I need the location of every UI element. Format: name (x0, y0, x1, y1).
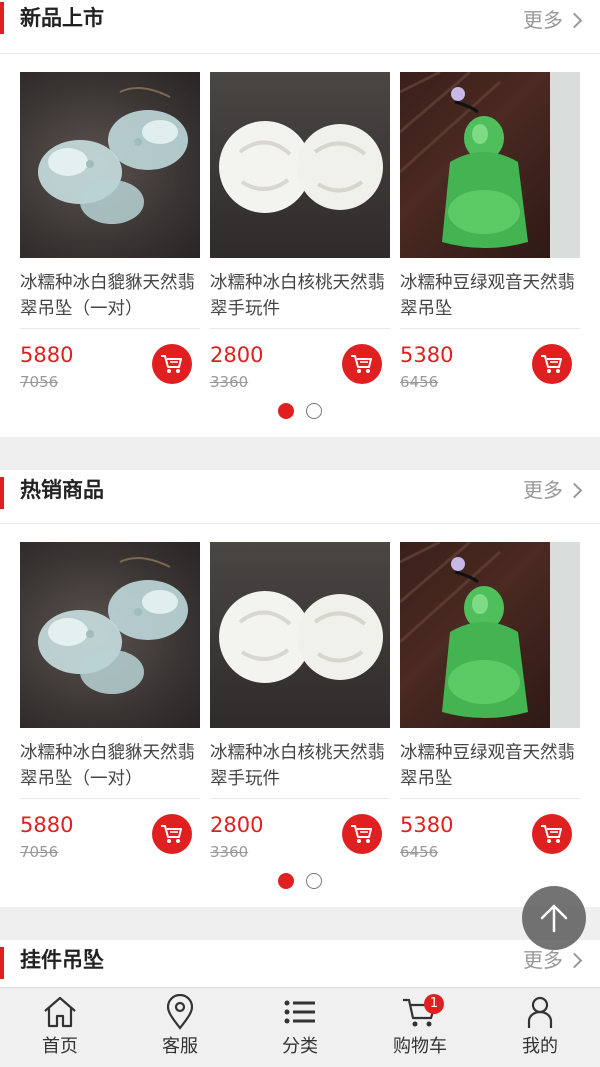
product-card[interactable]: 冰糯种冰白核桃天然翡翠手玩件 2800 3360 (210, 72, 390, 402)
divider (210, 328, 390, 329)
tab-label: 客服 (162, 1036, 198, 1057)
tab-cart[interactable]: 1 购物车 (360, 988, 480, 1067)
jade-walnut-illustration (219, 121, 383, 213)
jade-guanyin-illustration (400, 542, 580, 728)
section-accent-bar (0, 477, 4, 509)
section-header: 热销商品 更多 (0, 470, 600, 524)
tab-category[interactable]: 分类 (240, 988, 360, 1067)
product-carousel[interactable]: 冰糯种冰白貔貅天然翡翠吊坠（一对） 5880 7056 冰糯种冰白核桃天然翡翠手… (20, 542, 580, 872)
jade-pixiu-illustration (38, 87, 188, 224)
product-original-price: 7056 (20, 843, 59, 861)
section-accent-bar (0, 2, 4, 34)
tab-label: 我的 (522, 1036, 558, 1057)
tab-home[interactable]: 首页 (0, 988, 120, 1067)
tab-service[interactable]: 客服 (120, 988, 240, 1067)
jade-walnut-illustration (219, 591, 383, 683)
product-card[interactable]: 冰糯种冰白貔貅天然翡翠吊坠（一对） 5880 7056 (20, 542, 200, 872)
divider (400, 328, 580, 329)
cart-icon (351, 825, 372, 843)
add-to-cart-button[interactable] (342, 814, 382, 854)
section-title: 挂件吊坠 (20, 948, 104, 972)
cart-icon (161, 355, 182, 373)
product-original-price: 6456 (400, 843, 439, 861)
section-header: 挂件吊坠 更多 (0, 940, 600, 994)
product-name[interactable]: 冰糯种冰白貔貅天然翡翠吊坠（一对） (20, 270, 200, 322)
divider (20, 798, 200, 799)
product-image-walnut[interactable] (210, 542, 390, 728)
product-original-price: 3360 (210, 843, 249, 861)
section-header: 新品上市 更多 (0, 0, 600, 54)
product-price: 2800 (210, 813, 264, 837)
user-icon (527, 996, 553, 1028)
chevron-right-icon (566, 952, 583, 968)
bottom-tab-bar: 首页 客服 分类 1 购物车 我的 (0, 987, 600, 1067)
cart-icon (541, 825, 562, 843)
product-carousel[interactable]: 冰糯种冰白貔貅天然翡翠吊坠（一对） 5880 7056 冰糯种冰白核桃天然翡翠手… (20, 72, 580, 402)
tab-label: 购物车 (393, 1036, 447, 1057)
cart-icon (541, 355, 562, 373)
more-label: 更多 (523, 8, 563, 32)
cart-badge: 1 (424, 994, 444, 1014)
add-to-cart-button[interactable] (152, 814, 192, 854)
add-to-cart-button[interactable] (152, 344, 192, 384)
product-original-price: 3360 (210, 373, 249, 391)
section-title: 新品上市 (20, 6, 104, 30)
section-accent-bar (0, 947, 4, 979)
product-card[interactable]: 冰糯种豆绿观音天然翡翠吊坠 5380 6456 (400, 542, 580, 872)
tab-label: 分类 (282, 1036, 318, 1057)
carousel-pager (0, 873, 600, 893)
product-price: 5880 (20, 813, 74, 837)
jade-pixiu-illustration (38, 557, 188, 694)
product-image-guanyin[interactable] (400, 72, 580, 258)
product-name[interactable]: 冰糯种冰白核桃天然翡翠手玩件 (210, 740, 390, 792)
tab-label: 首页 (42, 1036, 78, 1057)
product-card[interactable]: 冰糯种冰白貔貅天然翡翠吊坠（一对） 5880 7056 (20, 72, 200, 402)
home-icon (44, 996, 76, 1028)
cart-icon (351, 355, 372, 373)
carousel-pager (0, 403, 600, 423)
chevron-right-icon (566, 12, 583, 28)
arrow-up-icon (540, 904, 568, 933)
product-original-price: 7056 (20, 373, 59, 391)
product-name[interactable]: 冰糯种冰白核桃天然翡翠手玩件 (210, 270, 390, 322)
back-to-top-button[interactable] (522, 886, 586, 950)
product-name[interactable]: 冰糯种豆绿观音天然翡翠吊坠 (400, 740, 580, 792)
product-image-guanyin[interactable] (400, 542, 580, 728)
product-price: 5380 (400, 813, 454, 837)
add-to-cart-button[interactable] (342, 344, 382, 384)
product-name[interactable]: 冰糯种豆绿观音天然翡翠吊坠 (400, 270, 580, 322)
list-icon (284, 1000, 315, 1024)
section-new-arrivals: 新品上市 更多 冰糯种冰白貔貅天然翡翠吊坠（一对） 5880 7056 冰糯种冰… (0, 0, 600, 437)
jade-guanyin-illustration (400, 72, 580, 258)
add-to-cart-button[interactable] (532, 814, 572, 854)
tab-mine[interactable]: 我的 (480, 988, 600, 1067)
pager-dot-active[interactable] (278, 403, 294, 419)
section-title: 热销商品 (20, 478, 104, 502)
pager-dot[interactable] (306, 403, 322, 419)
cart-icon (161, 825, 182, 843)
divider (400, 798, 580, 799)
product-card[interactable]: 冰糯种豆绿观音天然翡翠吊坠 5380 6456 (400, 72, 580, 402)
product-image-walnut[interactable] (210, 72, 390, 258)
product-image-pixiu[interactable] (20, 72, 200, 258)
divider (20, 328, 200, 329)
more-link[interactable]: 更多 (523, 4, 583, 36)
add-to-cart-button[interactable] (532, 344, 572, 384)
product-card[interactable]: 冰糯种冰白核桃天然翡翠手玩件 2800 3360 (210, 542, 390, 872)
chevron-right-icon (566, 482, 583, 498)
product-price: 2800 (210, 343, 264, 367)
pager-dot-active[interactable] (278, 873, 294, 889)
product-price: 5380 (400, 343, 454, 367)
product-image-pixiu[interactable] (20, 542, 200, 728)
pager-dot[interactable] (306, 873, 322, 889)
product-price: 5880 (20, 343, 74, 367)
product-original-price: 6456 (400, 373, 439, 391)
more-link[interactable]: 更多 (523, 474, 583, 506)
divider (210, 798, 390, 799)
product-name[interactable]: 冰糯种冰白貔貅天然翡翠吊坠（一对） (20, 740, 200, 792)
section-hot-sellers: 热销商品 更多 冰糯种冰白貔貅天然翡翠吊坠（一对） 5880 7056 冰糯种冰… (0, 470, 600, 907)
location-pin-icon (166, 994, 194, 1030)
more-label: 更多 (523, 478, 563, 502)
